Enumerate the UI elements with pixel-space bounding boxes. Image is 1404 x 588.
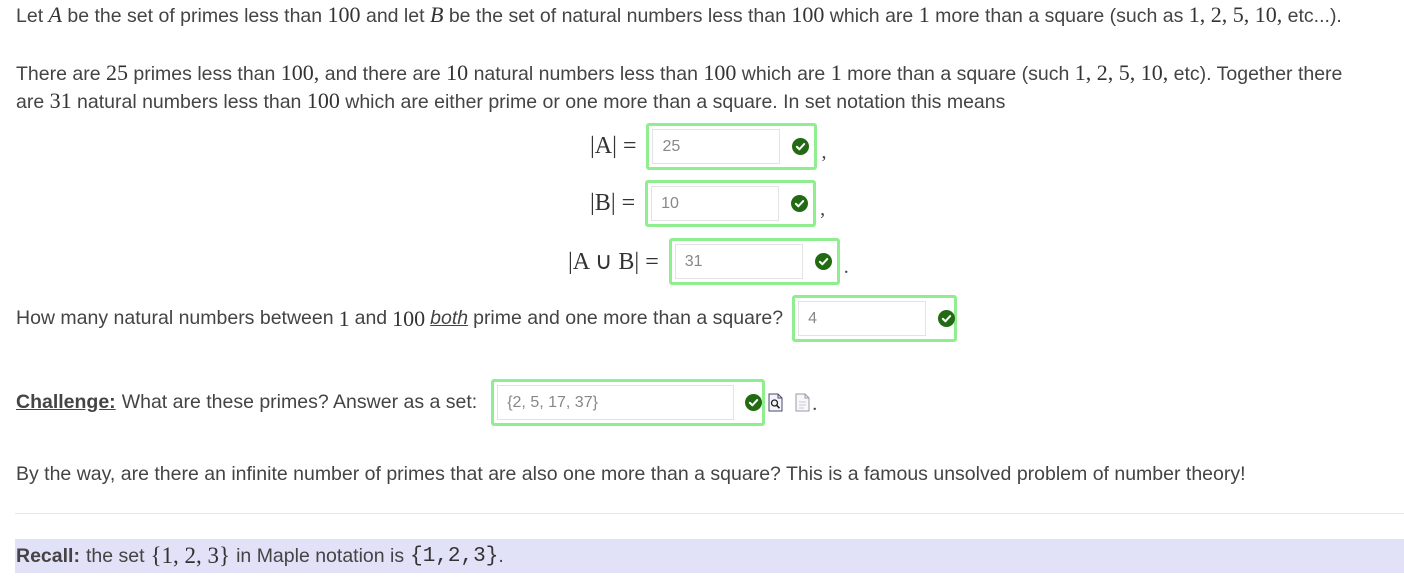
blank-document-icon[interactable] — [795, 393, 810, 412]
recall-text: in Maple notation is — [236, 544, 405, 567]
para-text: which are either prime or one more than … — [345, 91, 1006, 113]
answer-box — [668, 238, 840, 285]
equation-row-union: |A ∪ B| = . — [568, 238, 849, 285]
recall-label: Recall: — [16, 544, 80, 567]
para-text: There are — [16, 63, 101, 85]
intro-text: more than a square (such as — [935, 5, 1184, 27]
divider — [15, 513, 1404, 514]
question-text: and — [354, 307, 388, 329]
challenge-label: Challenge: — [16, 391, 116, 413]
intro-text: be the set of primes less than — [67, 5, 323, 27]
cardinality-union-input[interactable] — [674, 244, 803, 279]
para-text: and there are — [324, 63, 441, 85]
maple-code: {1,2,3} — [410, 544, 499, 568]
intro-text: etc...). — [1287, 5, 1342, 27]
intersection-count-input[interactable] — [798, 301, 927, 336]
answer-box — [792, 295, 958, 342]
punctuation: . — [812, 393, 818, 415]
cardinality-b-input[interactable] — [651, 186, 780, 221]
number: 1 — [338, 305, 350, 331]
note-text: By the way, are there an infinite number… — [16, 463, 1246, 485]
equation-label: |A ∪ B| = — [568, 249, 659, 275]
question-text: prime and one more than a square? — [473, 307, 784, 329]
challenge-text: What are these primes? Answer as a set: — [121, 391, 478, 413]
intro-text: be the set of natural numbers less than — [448, 5, 786, 27]
equation-row-a: |A| = , — [590, 123, 826, 170]
preview-document-icon[interactable] — [768, 393, 783, 412]
number: 100 — [306, 88, 340, 113]
punctuation: , — [821, 141, 827, 163]
para-text: natural numbers less than — [473, 63, 698, 85]
check-icon — [814, 253, 832, 270]
para-text: which are — [741, 63, 826, 85]
intro-text: which are — [829, 5, 914, 27]
number: 25 — [105, 60, 128, 85]
para-text: etc). Together there — [1173, 63, 1343, 85]
answer-box — [646, 123, 818, 170]
set-math: {1, 2, 3} — [150, 543, 231, 568]
intro-text: Let — [16, 5, 44, 27]
para-text: natural numbers less than — [77, 91, 302, 113]
check-icon — [745, 394, 763, 411]
number: 10 — [446, 60, 469, 85]
para-text: are — [16, 91, 45, 113]
question-text: How many natural numbers between — [16, 307, 334, 329]
cardinality-a-input[interactable] — [652, 129, 781, 164]
check-icon — [792, 138, 810, 155]
recall-text: the set — [85, 544, 145, 567]
number: 100 — [392, 305, 426, 331]
intro-line: Let A be the set of primes less than 100… — [16, 3, 1342, 28]
explanation-line-2: are 31 natural numbers less than 100 whi… — [16, 89, 1005, 114]
primes-set-input[interactable] — [497, 385, 735, 420]
challenge-row: Challenge: What are these primes? Answer… — [16, 379, 817, 426]
number: 1 — [830, 60, 842, 85]
punctuation: . — [498, 544, 504, 567]
equation-label: |B| = — [590, 190, 636, 216]
para-text: primes less than — [133, 63, 276, 85]
number: 100 — [327, 2, 361, 27]
set-a-symbol: A — [48, 2, 62, 27]
number-list: 1, 2, 5, 10, — [1074, 60, 1169, 85]
answer-box — [645, 180, 817, 227]
question-row: How many natural numbers between 1 and 1… — [16, 295, 958, 342]
explanation-line-1: There are 25 primes less than 100, and t… — [16, 61, 1342, 86]
check-icon — [938, 310, 956, 327]
equation-row-b: |B| = , — [590, 180, 825, 227]
punctuation: . — [843, 256, 849, 278]
emphasis-both: both — [430, 307, 469, 329]
recall-box: Recall: the set {1, 2, 3} in Maple notat… — [15, 539, 1404, 573]
number: 100, — [280, 60, 320, 85]
number: 100 — [703, 60, 737, 85]
intro-text: and let — [365, 5, 425, 27]
para-text: more than a square (such — [847, 63, 1070, 85]
answer-box — [491, 379, 766, 426]
set-b-symbol: B — [429, 2, 444, 27]
equation-label: |A| = — [590, 133, 637, 159]
number: 1 — [918, 2, 930, 27]
examples-math: 1, 2, 5, 10, — [1188, 2, 1283, 27]
number: 100 — [791, 2, 825, 27]
number: 31 — [49, 88, 72, 113]
check-icon — [791, 195, 809, 212]
note-line: By the way, are there an infinite number… — [16, 462, 1246, 486]
punctuation: , — [820, 198, 826, 220]
